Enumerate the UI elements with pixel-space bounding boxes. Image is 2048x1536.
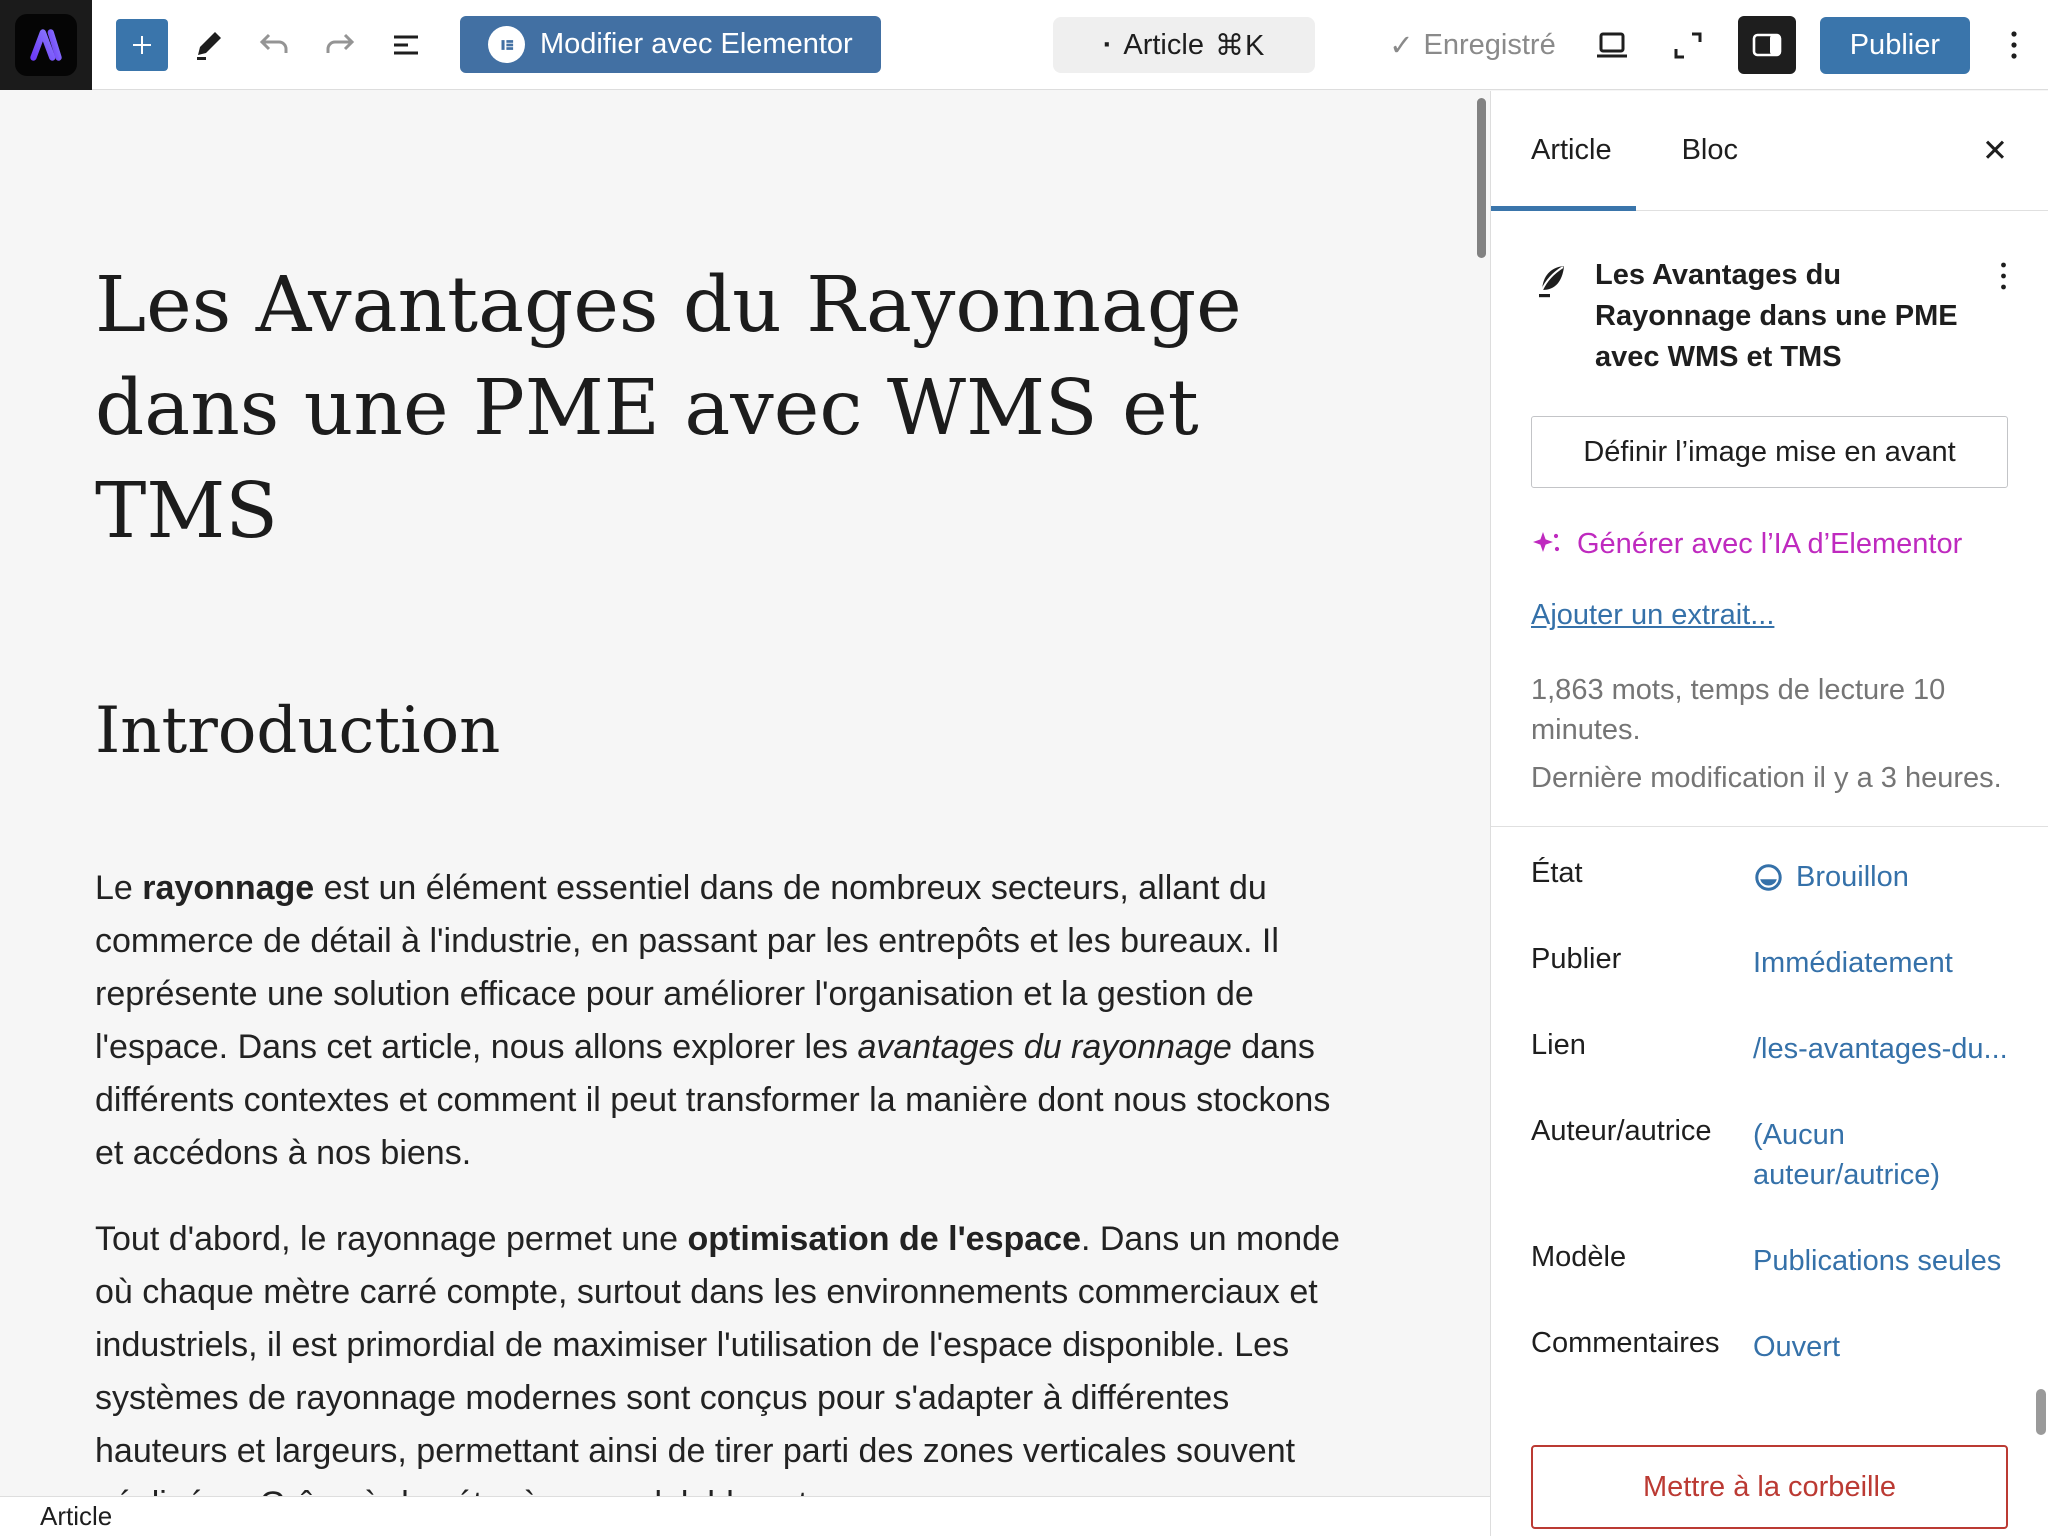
template-button[interactable]: Publications seules <box>1753 1241 2001 1281</box>
fullscreen-button[interactable] <box>1662 19 1714 71</box>
generate-ai-label: Générer avec l’IA d’Elementor <box>1577 528 1962 561</box>
intro-heading-block[interactable]: Introduction <box>95 689 1351 774</box>
post-title-line: TMS <box>95 460 1351 563</box>
word-count-info: 1,863 mots, temps de lecture 10 minutes.… <box>1531 670 2008 798</box>
document-bar-title: Article <box>1123 29 1204 62</box>
saved-label: Enregistré <box>1424 29 1556 62</box>
section-divider <box>1491 826 2048 827</box>
check-icon: ✓ <box>1389 28 1413 63</box>
paragraph-block[interactable]: Le rayonnage est un élément essentiel da… <box>95 862 1351 1180</box>
italic-text-run: avantages du rayonnage <box>857 1028 1231 1066</box>
field-label: État <box>1531 857 1753 890</box>
ai-sparkle-icon <box>1531 529 1562 560</box>
post-summary-card: Les Avantages du Rayonnage dans une PME … <box>1531 255 2008 378</box>
text-run: Le <box>95 869 142 907</box>
add-excerpt-link[interactable]: Ajouter un extrait... <box>1531 599 1774 632</box>
field-row-link: Lien /les-avantages-du... <box>1531 1029 2008 1069</box>
permalink-button[interactable]: /les-avantages-du... <box>1753 1029 2008 1069</box>
status-value-label: Brouillon <box>1796 857 1909 897</box>
move-to-trash-button[interactable]: Mettre à la corbeille <box>1531 1445 2008 1529</box>
add-block-button[interactable] <box>116 19 168 71</box>
sidebar-body: Les Avantages du Rayonnage dans une PME … <box>1491 255 2048 1536</box>
tab-article[interactable]: Article <box>1531 134 1612 167</box>
options-kebab-button[interactable] <box>1994 16 2034 74</box>
draft-status-icon <box>1753 862 1784 893</box>
word-count-line: 1,863 mots, temps de lecture 10 minutes. <box>1531 670 2008 750</box>
sidebar-scrollbar-thumb[interactable] <box>2036 1389 2046 1435</box>
post-actions-kebab[interactable] <box>1999 255 2008 299</box>
field-label: Publier <box>1531 943 1753 976</box>
last-modified-line: Dernière modification il y a 3 heures. <box>1531 758 2008 798</box>
redo-button[interactable] <box>314 19 366 71</box>
paragraph-block[interactable]: Tout d'abord, le rayonnage permet une op… <box>95 1213 1351 1531</box>
field-row-comments: Commentaires Ouvert <box>1531 1327 2008 1367</box>
bold-text-run: optimisation de l'espace <box>687 1220 1081 1258</box>
field-row-status: État Brouillon <box>1531 857 2008 897</box>
settings-sidebar: Article Bloc ✕ Les Avantages du Rayonnag… <box>1490 91 2048 1536</box>
active-tab-indicator <box>1491 206 1636 211</box>
publish-button[interactable]: Publier <box>1820 17 1970 74</box>
post-leaf-icon <box>1531 259 1575 378</box>
elementor-button-label: Modifier avec Elementor <box>540 28 853 61</box>
site-icon-button[interactable] <box>0 0 92 90</box>
block-breadcrumb-bar: Article <box>0 1496 1490 1536</box>
comments-status-button[interactable]: Ouvert <box>1753 1327 1840 1367</box>
field-label: Commentaires <box>1531 1327 1753 1360</box>
post-content: Les Avantages du Rayonnage dans une PME … <box>95 254 1351 1531</box>
sidebar-tabs-header: Article Bloc ✕ <box>1491 91 2048 211</box>
breadcrumb-article[interactable]: Article <box>40 1501 112 1532</box>
canvas-scrollbar-thumb[interactable] <box>1477 98 1486 258</box>
post-title-line: dans une PME avec WMS et <box>95 357 1351 460</box>
document-bar[interactable]: · Article ⌘K <box>1053 17 1315 73</box>
document-bar-dot: · <box>1103 29 1113 62</box>
publish-date-button[interactable]: Immédiatement <box>1753 943 1953 983</box>
text-run: . Dans un monde où chaque mètre carré co… <box>95 1220 1340 1523</box>
site-logo-icon <box>15 14 77 76</box>
tab-bloc[interactable]: Bloc <box>1682 134 1738 167</box>
status-value-button[interactable]: Brouillon <box>1753 857 1909 897</box>
preview-button[interactable] <box>1586 19 1638 71</box>
undo-button[interactable] <box>248 19 300 71</box>
document-overview-button[interactable] <box>380 19 432 71</box>
set-featured-image-button[interactable]: Définir l’image mise en avant <box>1531 416 2008 488</box>
tools-pencil-button[interactable] <box>182 19 234 71</box>
wordpress-editor: Modifier avec Elementor · Article ⌘K ✓ E… <box>0 0 2048 1536</box>
post-title-block[interactable]: Les Avantages du Rayonnage dans une PME … <box>95 254 1351 563</box>
editor-topbar: Modifier avec Elementor · Article ⌘K ✓ E… <box>0 0 2048 90</box>
topbar-right-group: ✓ Enregistré Publ <box>1389 0 2034 90</box>
editor-canvas: Les Avantages du Rayonnage dans une PME … <box>0 91 1490 1536</box>
generate-with-ai-link[interactable]: Générer avec l’IA d’Elementor <box>1531 528 2008 561</box>
field-label: Auteur/autrice <box>1531 1115 1753 1148</box>
sidebar-post-title: Les Avantages du Rayonnage dans une PME … <box>1595 255 1979 378</box>
post-status-fields: État Brouillon Publier Immédiatement Lie… <box>1531 857 2008 1367</box>
field-label: Lien <box>1531 1029 1753 1062</box>
editor-tools <box>116 19 432 71</box>
field-label: Modèle <box>1531 1241 1753 1274</box>
text-run: Tout d'abord, le rayonnage permet une <box>95 1220 687 1258</box>
field-row-publish: Publier Immédiatement <box>1531 943 2008 983</box>
field-row-template: Modèle Publications seules <box>1531 1241 2008 1281</box>
close-sidebar-button[interactable]: ✕ <box>1970 91 2020 211</box>
settings-sidebar-toggle[interactable] <box>1738 16 1796 74</box>
saved-status-button[interactable]: ✓ Enregistré <box>1389 28 1555 63</box>
post-title-line: Les Avantages du Rayonnage <box>95 254 1351 357</box>
elementor-icon <box>488 26 525 63</box>
author-select[interactable]: (Aucun auteur/autrice) <box>1753 1115 1983 1195</box>
field-row-author: Auteur/autrice (Aucun auteur/autrice) <box>1531 1115 2008 1195</box>
command-k-shortcut: ⌘K <box>1215 28 1265 63</box>
bold-text-run: rayonnage <box>142 869 314 907</box>
edit-with-elementor-button[interactable]: Modifier avec Elementor <box>460 16 881 73</box>
